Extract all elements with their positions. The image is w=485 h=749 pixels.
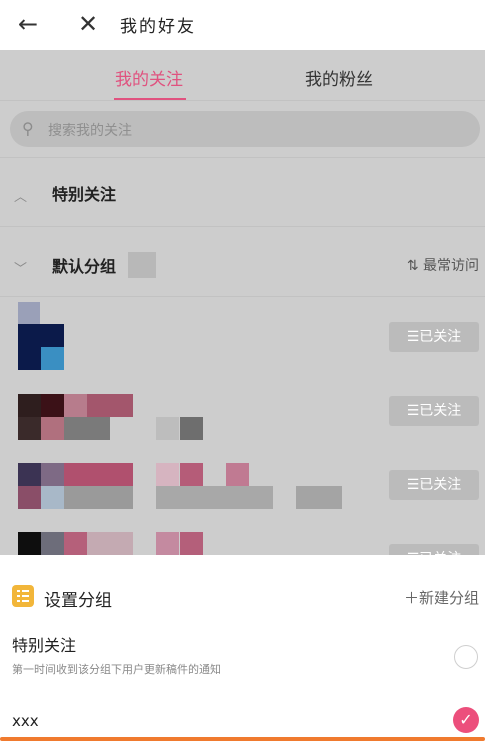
mosaic-block bbox=[41, 417, 64, 440]
divider bbox=[0, 100, 485, 101]
sort-label: 最常访问 bbox=[423, 258, 479, 274]
divider bbox=[0, 296, 485, 297]
followed-button[interactable]: ☰已关注 bbox=[389, 322, 479, 352]
mosaic-block bbox=[156, 417, 179, 440]
mosaic-block bbox=[41, 486, 64, 509]
avatar bbox=[18, 532, 41, 555]
followed-button[interactable]: ☰已关注 bbox=[389, 470, 479, 500]
search-input[interactable]: ⚲ 搜索我的关注 bbox=[10, 111, 480, 147]
collapse-chevron-icon[interactable]: ︿ bbox=[14, 186, 27, 205]
avatar bbox=[41, 347, 64, 370]
mosaic-block bbox=[64, 394, 87, 417]
unchecked-radio-icon[interactable] bbox=[454, 645, 478, 669]
highlight-underline bbox=[0, 737, 485, 741]
mosaic-block bbox=[87, 394, 133, 417]
avatar bbox=[18, 463, 41, 486]
page-title: 我的好友 bbox=[120, 17, 196, 37]
group-default[interactable]: 默认分组 bbox=[52, 253, 116, 277]
close-icon[interactable]: ✕ bbox=[78, 10, 98, 38]
mosaic-block bbox=[64, 486, 133, 509]
sort-icon: ⇅ bbox=[406, 258, 423, 274]
divider bbox=[0, 157, 485, 158]
group-list-icon bbox=[12, 585, 34, 607]
mosaic-block bbox=[180, 532, 203, 555]
dimmed-background[interactable]: 我的关注 我的粉丝 ⚲ 搜索我的关注 ︿ 特别关注 ﹀ 默认分组 ⇅ 最常访问 … bbox=[0, 50, 485, 555]
mosaic-block bbox=[180, 463, 203, 486]
mosaic-block bbox=[64, 417, 110, 440]
back-arrow-icon[interactable]: ← bbox=[18, 10, 38, 38]
group-special-follow[interactable]: 特别关注 bbox=[52, 181, 116, 205]
new-group-button[interactable]: ＋新建分组 bbox=[404, 587, 479, 608]
tab-my-following[interactable]: 我的关注 bbox=[115, 65, 183, 90]
set-group-sheet: 设置分组 ＋新建分组 特别关注 第一时间收到该分组下用户更新稿件的通知 xxx … bbox=[0, 555, 485, 749]
mosaic-block bbox=[64, 463, 133, 486]
tab-my-fans[interactable]: 我的粉丝 bbox=[305, 65, 373, 90]
search-icon: ⚲ bbox=[22, 119, 34, 138]
mosaic-block bbox=[156, 486, 273, 509]
mosaic-block bbox=[41, 532, 64, 555]
mosaic-block bbox=[87, 532, 133, 555]
avatar bbox=[18, 302, 40, 324]
mosaic-block bbox=[128, 252, 156, 278]
avatar bbox=[41, 394, 64, 417]
divider bbox=[0, 226, 485, 227]
followed-button[interactable]: ☰已关注 bbox=[389, 544, 479, 555]
mosaic-block bbox=[226, 463, 249, 486]
option-xxx[interactable]: xxx bbox=[12, 712, 39, 730]
mosaic-block bbox=[156, 463, 179, 486]
option-special-follow[interactable]: 特别关注 bbox=[12, 632, 76, 656]
top-bar: ← ✕ 我的好友 bbox=[0, 0, 485, 50]
sheet-title: 设置分组 bbox=[44, 591, 112, 611]
search-placeholder: 搜索我的关注 bbox=[48, 123, 132, 139]
mosaic-block bbox=[180, 417, 203, 440]
checkmark-icon[interactable]: ✓ bbox=[453, 707, 479, 733]
avatar bbox=[18, 417, 41, 440]
mosaic-block bbox=[41, 463, 64, 486]
mosaic-block bbox=[18, 486, 41, 509]
expand-chevron-icon[interactable]: ﹀ bbox=[14, 258, 27, 277]
option-description: 第一时间收到该分组下用户更新稿件的通知 bbox=[12, 663, 221, 676]
sort-most-visited[interactable]: ⇅ 最常访问 bbox=[407, 255, 479, 275]
mosaic-block bbox=[296, 486, 342, 509]
mosaic-block bbox=[156, 532, 179, 555]
avatar bbox=[18, 394, 41, 417]
followed-button[interactable]: ☰已关注 bbox=[389, 396, 479, 426]
mosaic-block bbox=[64, 532, 87, 555]
